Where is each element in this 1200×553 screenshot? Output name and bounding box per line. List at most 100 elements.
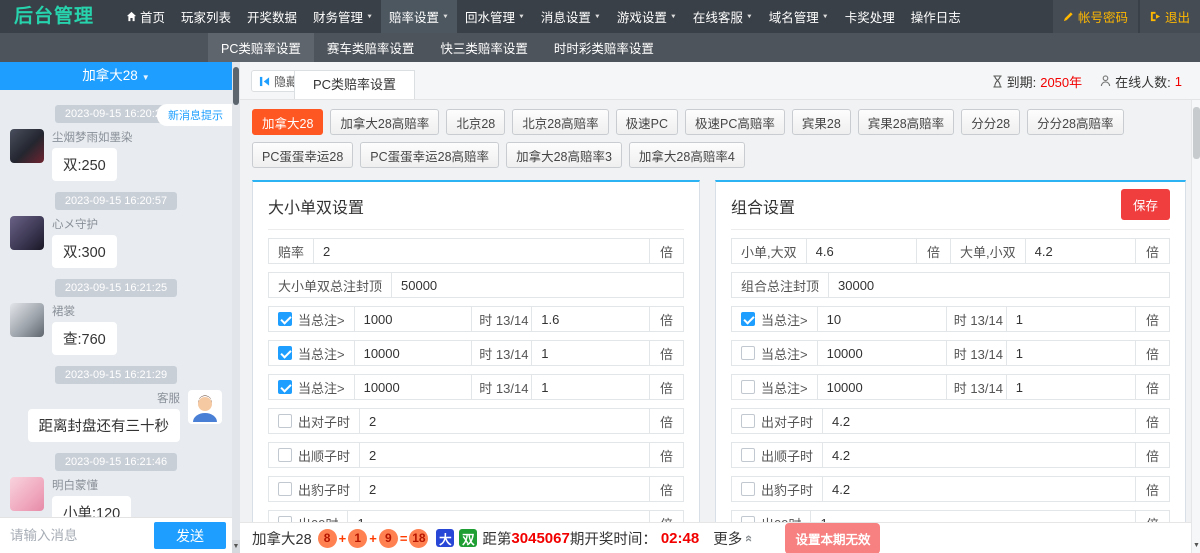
draw-number: 1 (348, 528, 368, 548)
game-button[interactable]: PC蛋蛋幸运28高赔率 (360, 142, 500, 168)
game-button[interactable]: 宾果28高赔率 (857, 109, 955, 135)
threshold-input[interactable] (354, 307, 472, 331)
factor-input[interactable] (823, 443, 1135, 467)
rule-checkbox[interactable] (278, 414, 292, 428)
factor-input[interactable] (532, 341, 649, 365)
chevron-down-icon: ▼ (745, 13, 753, 20)
game-button[interactable]: 极速PC高赔率 (685, 109, 785, 135)
total-cap-input[interactable] (829, 273, 1169, 297)
chat-message-input[interactable] (10, 528, 154, 543)
unit-label: 倍 (1135, 443, 1169, 467)
more-toggle[interactable]: 更多 « (713, 528, 757, 549)
factor-input[interactable] (823, 409, 1135, 433)
rule-checkbox[interactable] (278, 312, 292, 326)
main-scrollbar[interactable]: ▼ (1191, 100, 1200, 553)
game-button[interactable]: 北京28高赔率 (512, 109, 609, 135)
game-button[interactable]: 加拿大28高赔率3 (506, 142, 622, 168)
combo2-input[interactable] (1025, 239, 1135, 263)
new-message-toggle[interactable]: 新消息提示 (157, 104, 232, 126)
rule-checkbox[interactable] (741, 482, 755, 496)
save-button[interactable]: 保存 (1120, 189, 1170, 220)
game-button[interactable]: 分分28高赔率 (1027, 109, 1124, 135)
scrollbar-thumb[interactable] (1193, 107, 1200, 159)
online-status: 在线人数: 1 (1100, 72, 1182, 91)
nav-item-operation-log[interactable]: 操作日志 (903, 0, 969, 33)
send-button[interactable]: 发送 (154, 522, 226, 549)
chat-sidebar: 加拿大28 ▼ 2023-09-15 16:20:22 新消息提示 尘烟梦雨如墨染… (0, 62, 240, 553)
nav-item-message-settings[interactable]: 消息设置 ▼ (533, 0, 609, 33)
factor-input[interactable] (360, 477, 649, 501)
nav-item-home[interactable]: 首页 (118, 0, 173, 33)
game-button[interactable]: 宾果28 (791, 109, 851, 135)
scrollbar-thumb[interactable] (233, 67, 239, 105)
nav-item-draw-data[interactable]: 开奖数据 (239, 0, 305, 33)
room-selector[interactable]: 加拿大28 ▼ (0, 62, 232, 90)
logout-button[interactable]: 退出 (1139, 0, 1200, 33)
game-button[interactable]: 北京28 (446, 109, 506, 135)
chat-time-row: 2023-09-15 16:21:25 (10, 278, 222, 297)
rule-checkbox[interactable] (278, 380, 292, 394)
factor-input[interactable] (1006, 307, 1135, 331)
unit-label: 倍 (1135, 341, 1169, 365)
factor-input[interactable] (532, 307, 649, 331)
equals-sign: = (399, 530, 408, 546)
rule-checkbox[interactable] (741, 346, 755, 360)
nav-item-player-list[interactable]: 玩家列表 (173, 0, 239, 33)
nav-item-finance[interactable]: 财务管理 ▼ (305, 0, 381, 33)
nav-item-domain[interactable]: 域名管理 ▼ (761, 0, 837, 33)
threshold-input[interactable] (817, 341, 946, 365)
odds-rate-input[interactable] (314, 239, 649, 263)
rule-checkbox[interactable] (278, 346, 292, 360)
nav-item-online-service[interactable]: 在线客服 ▼ (685, 0, 761, 33)
threshold-input[interactable] (354, 341, 472, 365)
scroll-down-icon[interactable]: ▼ (1192, 540, 1200, 552)
threshold-input[interactable] (354, 375, 472, 399)
nav-item-card-prize[interactable]: 卡奖处理 (837, 0, 903, 33)
game-button-canada28[interactable]: 加拿大28 (252, 109, 324, 135)
threshold-input[interactable] (817, 307, 946, 331)
factor-input[interactable] (1006, 375, 1135, 399)
unit-label: 倍 (649, 477, 683, 501)
rule-checkbox[interactable] (741, 448, 755, 462)
when-label: 时 13/14 (471, 341, 531, 365)
rule-checkbox[interactable] (741, 312, 755, 326)
threshold-input[interactable] (817, 375, 946, 399)
subtab-pc-odds[interactable]: PC类赔率设置 (208, 33, 314, 62)
scroll-down-icon[interactable]: ▼ (232, 540, 240, 553)
combo1-input[interactable] (806, 239, 916, 263)
factor-input[interactable] (360, 443, 649, 467)
subtab-racing-odds[interactable]: 赛车类赔率设置 (314, 33, 428, 62)
field-label: 大小单双总注封顶 (278, 278, 383, 294)
chat-bubble: 距离封盘还有三十秒 (27, 409, 180, 442)
unit-label: 倍 (649, 443, 683, 467)
subtab-kuai3-odds[interactable]: 快三类赔率设置 (427, 33, 541, 62)
factor-input[interactable] (1006, 341, 1135, 365)
factor-input[interactable] (532, 375, 649, 399)
total-cap-input[interactable] (392, 273, 683, 297)
avatar (10, 216, 44, 250)
account-password-button[interactable]: 帐号密码 (1052, 0, 1138, 33)
rule-checkbox[interactable] (278, 448, 292, 462)
game-button[interactable]: 加拿大28高赔率 (330, 109, 440, 135)
nav-item-odds-settings[interactable]: 赔率设置 ▼ (381, 0, 457, 33)
unit-label: 倍 (916, 239, 950, 263)
factor-input[interactable] (823, 477, 1135, 501)
nav-item-rebate[interactable]: 回水管理 ▼ (457, 0, 533, 33)
game-button[interactable]: 分分28 (961, 109, 1021, 135)
factor-input[interactable] (360, 409, 649, 433)
main-content: 隐藏 PC类赔率设置 到期: 2050年 在线人数: 1 加拿大28 加拿大28高… (240, 62, 1200, 553)
invalidate-issue-button[interactable]: 设置本期无效 (785, 522, 881, 553)
sidebar-scrollbar[interactable]: ▼ (232, 62, 240, 553)
nav-item-game-settings[interactable]: 游戏设置 ▼ (609, 0, 685, 33)
game-button[interactable]: PC蛋蛋幸运28 (252, 142, 354, 168)
unit-label: 倍 (1135, 307, 1169, 331)
chat-bubble: 双:250 (52, 148, 117, 181)
subtab-shishicai-odds[interactable]: 时时彩类赔率设置 (541, 33, 667, 62)
game-button[interactable]: 加拿大28高赔率4 (628, 142, 745, 168)
rule-checkbox[interactable] (278, 482, 292, 496)
avatar (10, 303, 44, 337)
rule-checkbox[interactable] (741, 414, 755, 428)
tab-pc-odds-settings[interactable]: PC类赔率设置 (294, 70, 416, 99)
rule-checkbox[interactable] (741, 380, 755, 394)
game-button[interactable]: 极速PC (615, 109, 678, 135)
